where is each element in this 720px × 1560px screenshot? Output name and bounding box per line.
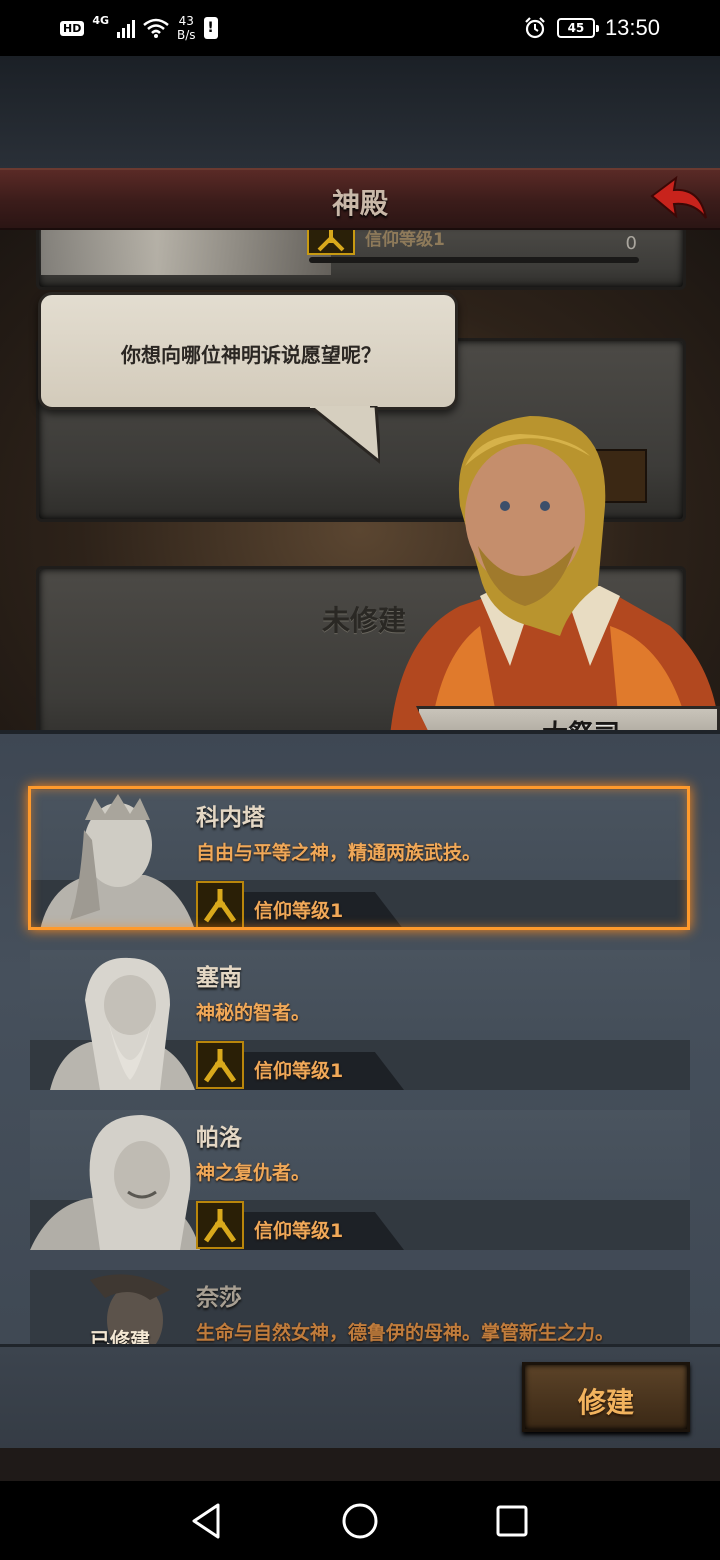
god-card-1[interactable]: 塞南 神秘的智者。 信仰等级1 xyxy=(30,950,690,1090)
faith-emblem-icon xyxy=(196,1201,244,1249)
hd-badge: HD xyxy=(60,20,85,36)
net-speed-unit: B/s xyxy=(177,28,196,42)
status-right: 45 13:50 xyxy=(523,10,660,46)
god-description: 神之复仇者。 xyxy=(196,1162,311,1184)
god-card-3[interactable]: 已修建 奈莎 生命与自然女神，德鲁伊的母神。掌管新生之力。 xyxy=(30,1270,690,1346)
signal-icon xyxy=(117,18,136,38)
build-button[interactable]: 修建 xyxy=(522,1362,690,1432)
god-list-panel: 科内塔 自由与平等之神，精通两族武技。 信仰等级1 塞南 神秘的智者。 信仰等级… xyxy=(0,730,720,1430)
net-speed: 43 B/s xyxy=(177,14,196,42)
wifi-icon xyxy=(143,18,169,38)
god-card-2[interactable]: 帕洛 神之复仇者。 信仰等级1 xyxy=(30,1110,690,1250)
built-status: 已修建 xyxy=(90,1328,150,1346)
temple-slot-top[interactable]: 信仰等级1 0 xyxy=(36,222,686,290)
god-name: 科内塔 xyxy=(196,805,265,831)
god-faith-level: 信仰等级1 xyxy=(254,900,344,922)
god-description: 生命与自然女神，德鲁伊的母神。掌管新生之力。 xyxy=(196,1322,615,1344)
battery-icon: 45 xyxy=(556,18,599,38)
god-name: 奈莎 xyxy=(196,1285,242,1311)
faith-emblem-icon xyxy=(196,881,244,929)
god-description: 自由与平等之神，精通两族武技。 xyxy=(196,842,482,864)
game-screen: 信仰等级1 0 未修建 神殿 你想向哪位神明诉说愿望呢？ 大祭司 xyxy=(0,56,720,1481)
faith-progress-bar xyxy=(309,257,639,263)
statue-image xyxy=(41,225,331,275)
god-faith-level: 信仰等级1 xyxy=(254,1060,344,1082)
god-portrait xyxy=(50,957,195,1090)
system-nav-bar xyxy=(0,1481,720,1560)
title-bar: 神殿 xyxy=(0,168,720,230)
net-speed-value: 43 xyxy=(178,14,194,28)
god-portrait xyxy=(40,794,195,930)
status-bar: HD 4G 43 B/s ! 45 13:50 xyxy=(0,0,720,56)
network-type: 4G xyxy=(92,13,110,27)
clock: 13:50 xyxy=(604,15,660,40)
recents-square-icon[interactable] xyxy=(490,1499,534,1543)
battery-level: 45 xyxy=(567,21,585,35)
god-portrait xyxy=(30,1115,200,1250)
high-priest-portrait xyxy=(390,416,720,736)
home-circle-icon[interactable] xyxy=(338,1499,382,1543)
god-faith-level: 信仰等级1 xyxy=(254,1220,344,1242)
god-list[interactable]: 科内塔 自由与平等之神，精通两族武技。 信仰等级1 塞南 神秘的智者。 信仰等级… xyxy=(0,734,720,1346)
god-name: 帕洛 xyxy=(196,1125,242,1151)
status-left: HD 4G 43 B/s ! xyxy=(60,10,218,46)
faith-emblem-icon xyxy=(196,1041,244,1089)
god-card-0[interactable]: 科内塔 自由与平等之神，精通两族武技。 信仰等级1 xyxy=(30,790,690,930)
speech-bubble: 你想向哪位神明诉说愿望呢？ xyxy=(38,292,458,410)
back-arrow-icon[interactable] xyxy=(646,174,710,226)
dialog-text: 你想向哪位神明诉说愿望呢？ xyxy=(121,343,381,367)
build-button-label: 修建 xyxy=(577,1386,634,1419)
back-triangle-icon[interactable] xyxy=(184,1499,228,1543)
alarm-icon xyxy=(525,17,545,39)
faith-progress-value: 0 xyxy=(625,233,637,254)
god-description: 神秘的智者。 xyxy=(196,1002,311,1024)
warning-icon: ! xyxy=(203,17,218,39)
god-name: 塞南 xyxy=(196,965,242,991)
page-title: 神殿 xyxy=(331,187,388,220)
